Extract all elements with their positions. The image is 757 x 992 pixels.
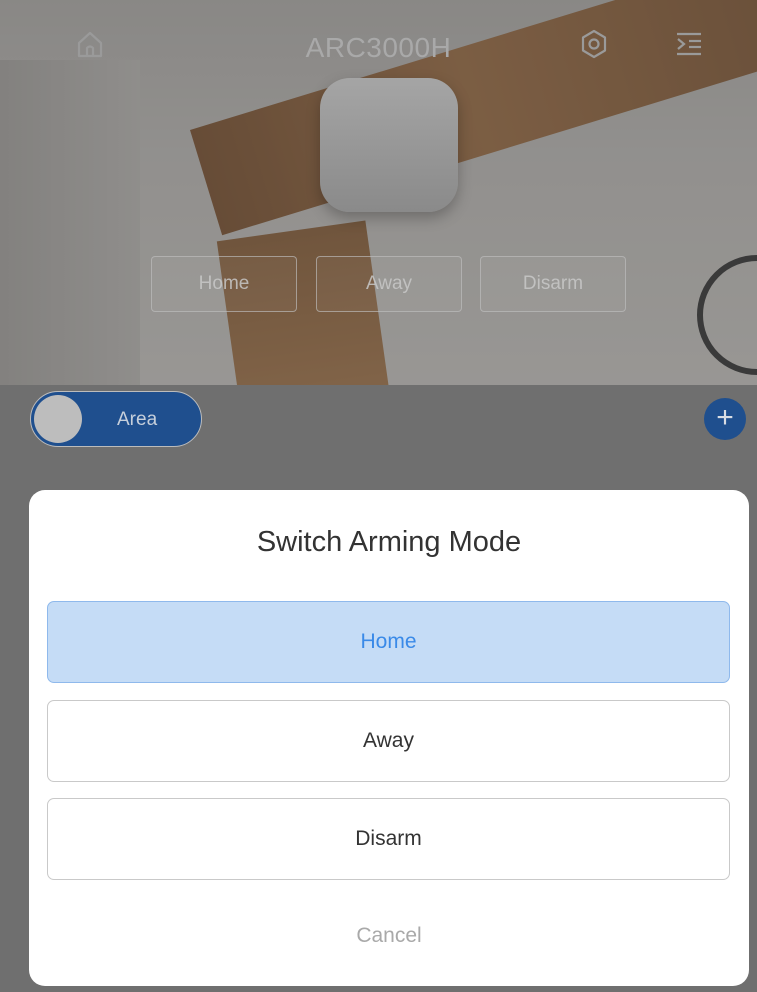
option-away[interactable]: Away: [47, 700, 730, 782]
toggle-knob: [34, 395, 82, 443]
arming-mode-dialog: Switch Arming Mode Home Away Disarm Canc…: [29, 490, 749, 986]
option-home[interactable]: Home: [47, 601, 730, 683]
menu-list-icon[interactable]: [671, 26, 707, 62]
plus-icon[interactable]: +: [704, 398, 746, 440]
cancel-button[interactable]: Cancel: [29, 924, 749, 948]
device-image: [320, 78, 458, 212]
area-row: Area: [0, 385, 757, 455]
area-toggle[interactable]: Area: [30, 391, 202, 447]
hero-home-button[interactable]: Home: [151, 256, 297, 312]
option-disarm[interactable]: Disarm: [47, 798, 730, 880]
dialog-title: Switch Arming Mode: [256, 526, 522, 558]
top-bar: ARC3000H: [0, 18, 757, 73]
hero-disarm-button[interactable]: Disarm: [480, 256, 626, 312]
device-title: ARC3000H: [305, 32, 452, 63]
device-hero: ARC3000H Home Away Disarm: [0, 0, 757, 385]
area-toggle-label: Area: [117, 409, 158, 430]
hero-away-button[interactable]: Away: [316, 256, 462, 312]
hexagon-settings-icon[interactable]: [576, 26, 612, 62]
